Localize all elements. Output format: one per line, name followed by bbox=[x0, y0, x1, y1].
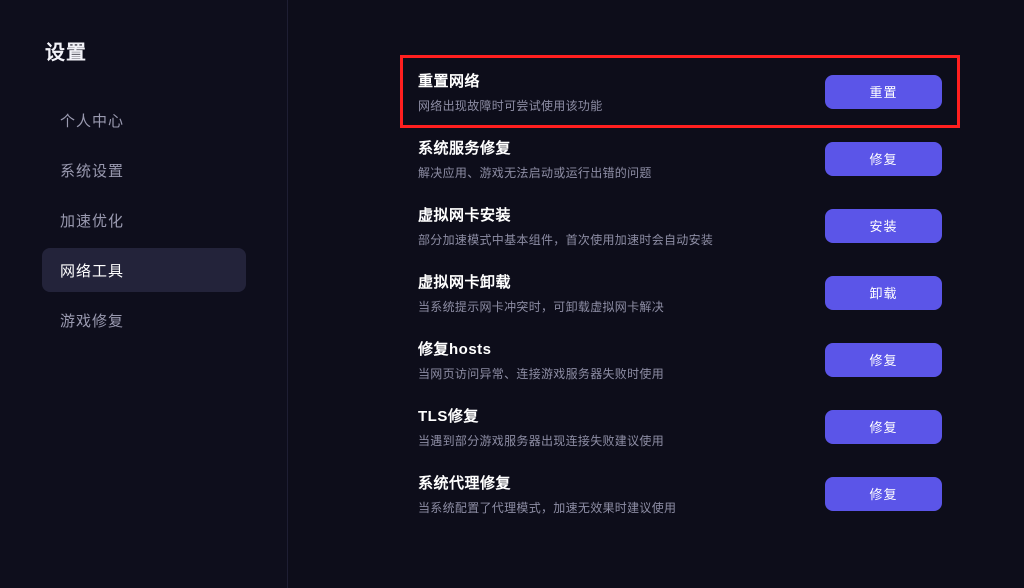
tool-action-button[interactable]: 卸载 bbox=[825, 275, 942, 310]
sidebar-nav: 个人中心系统设置加速优化网络工具游戏修复 bbox=[42, 98, 246, 348]
tool-row: 虚拟网卡卸载当系统提示网卡冲突时，可卸载虚拟网卡解决 卸载 bbox=[403, 259, 957, 326]
tool-row: 系统代理修复当系统配置了代理模式，加速无效果时建议使用 修复 bbox=[403, 460, 957, 527]
tool-action-button[interactable]: 修复 bbox=[825, 409, 942, 444]
tool-description: 当遇到部分游戏服务器出现连接失败建议使用 bbox=[418, 433, 665, 448]
tool-action-button[interactable]: 修复 bbox=[825, 141, 942, 176]
tool-title: TLS修复 bbox=[418, 407, 479, 425]
tool-description: 当系统配置了代理模式，加速无效果时建议使用 bbox=[418, 500, 677, 515]
sidebar-item-3[interactable]: 网络工具 bbox=[42, 248, 246, 292]
tool-title: 虚拟网卡安装 bbox=[418, 206, 512, 224]
tool-row: TLS修复当遇到部分游戏服务器出现连接失败建议使用 修复 bbox=[403, 393, 957, 460]
tool-action-button[interactable]: 修复 bbox=[825, 342, 942, 377]
sidebar-item-label: 游戏修复 bbox=[60, 312, 125, 330]
tool-row-text: 系统服务修复解决应用、游戏无法启动或运行出错的问题 bbox=[418, 137, 652, 181]
tool-title: 系统服务修复 bbox=[418, 139, 512, 157]
tool-title: 重置网络 bbox=[418, 72, 481, 90]
sidebar-item-label: 网络工具 bbox=[60, 262, 125, 280]
network-tools-list: 重置网络网络出现故障时可尝试使用该功能 重置系统服务修复解决应用、游戏无法启动或运… bbox=[400, 55, 960, 527]
tool-action-button[interactable]: 重置 bbox=[825, 74, 942, 109]
sidebar-item-label: 个人中心 bbox=[60, 112, 125, 130]
tool-action-button[interactable]: 修复 bbox=[825, 476, 942, 511]
tool-description: 解决应用、游戏无法启动或运行出错的问题 bbox=[418, 165, 652, 180]
tool-description: 网络出现故障时可尝试使用该功能 bbox=[418, 98, 603, 113]
tool-title: 虚拟网卡卸载 bbox=[418, 273, 512, 291]
tool-row: 虚拟网卡安装部分加速模式中基本组件，首次使用加速时会自动安装 安装 bbox=[403, 192, 957, 259]
tool-row-text: 虚拟网卡安装部分加速模式中基本组件，首次使用加速时会自动安装 bbox=[418, 204, 713, 248]
tool-row-text: TLS修复当遇到部分游戏服务器出现连接失败建议使用 bbox=[418, 405, 664, 449]
tool-title: 系统代理修复 bbox=[418, 474, 512, 492]
tool-description: 部分加速模式中基本组件，首次使用加速时会自动安装 bbox=[418, 232, 714, 247]
tool-action-button[interactable]: 安装 bbox=[825, 208, 942, 243]
tool-row-text: 修复hosts 当网页访问异常、连接游戏服务器失败时使用 bbox=[418, 338, 664, 382]
tool-description: 当系统提示网卡冲突时，可卸载虚拟网卡解决 bbox=[418, 299, 665, 314]
sidebar-item-label: 系统设置 bbox=[60, 162, 125, 180]
sidebar-item-label: 加速优化 bbox=[60, 212, 125, 230]
tool-row: 重置网络网络出现故障时可尝试使用该功能 重置 bbox=[400, 55, 960, 128]
sidebar-item-0[interactable]: 个人中心 bbox=[42, 98, 246, 142]
tool-description: 当网页访问异常、连接游戏服务器失败时使用 bbox=[418, 366, 665, 381]
sidebar-item-2[interactable]: 加速优化 bbox=[42, 198, 246, 242]
tool-row: 修复hosts 当网页访问异常、连接游戏服务器失败时使用 修复 bbox=[403, 326, 957, 393]
sidebar-item-1[interactable]: 系统设置 bbox=[42, 148, 246, 192]
tool-title: 修复hosts bbox=[418, 340, 492, 358]
tool-row-text: 虚拟网卡卸载当系统提示网卡冲突时，可卸载虚拟网卡解决 bbox=[418, 271, 664, 315]
tool-row: 系统服务修复解决应用、游戏无法启动或运行出错的问题 修复 bbox=[403, 125, 957, 192]
tool-row-text: 重置网络网络出现故障时可尝试使用该功能 bbox=[418, 70, 603, 114]
sidebar: 设置 个人中心系统设置加速优化网络工具游戏修复 bbox=[0, 0, 288, 588]
main-content: 重置网络网络出现故障时可尝试使用该功能 重置系统服务修复解决应用、游戏无法启动或运… bbox=[288, 0, 1024, 588]
sidebar-item-4[interactable]: 游戏修复 bbox=[42, 298, 246, 342]
settings-window: 设置 个人中心系统设置加速优化网络工具游戏修复 重置网络网络出现故障时可尝试使用… bbox=[0, 0, 1024, 588]
page-title: 设置 bbox=[45, 42, 87, 64]
tool-row-text: 系统代理修复当系统配置了代理模式，加速无效果时建议使用 bbox=[418, 472, 676, 516]
